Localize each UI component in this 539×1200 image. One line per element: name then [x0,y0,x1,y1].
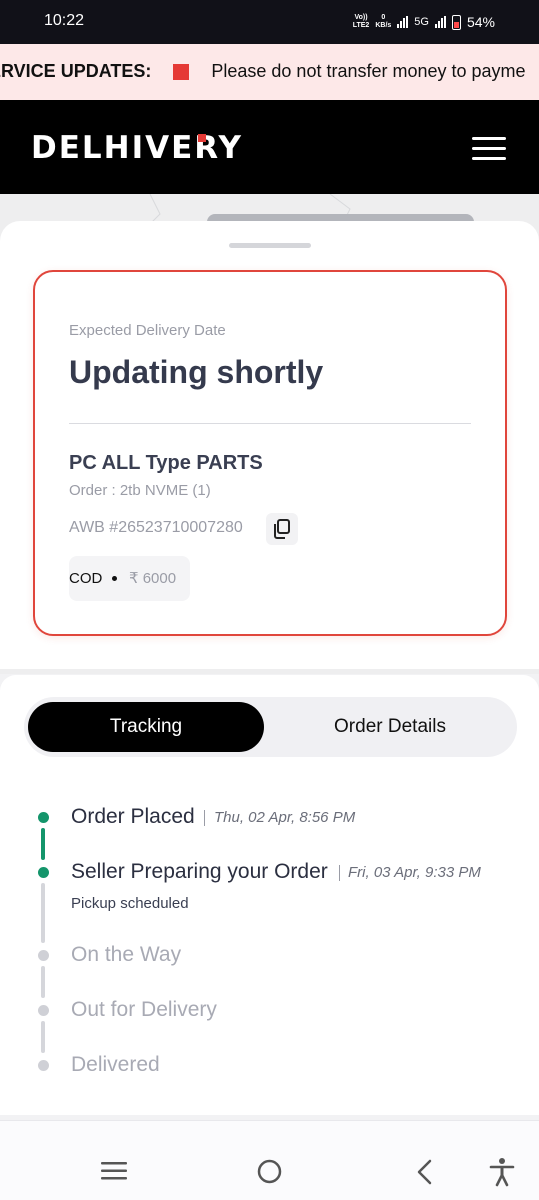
expected-delivery-label: Expected Delivery Date [69,322,226,339]
timeline-line-pending [41,1021,45,1053]
logo-accent [198,134,206,142]
card-divider [69,423,471,424]
step-out-for-delivery: Out for Delivery [71,998,217,1021]
banner-title: ERVICE UPDATES: [0,61,152,81]
status-icons: Vo)) LTE2 0 KB/s 5G 54% [353,10,495,34]
hamburger-menu-icon[interactable] [472,137,506,161]
timeline-dot-done [38,812,49,823]
drag-handle[interactable] [229,243,311,248]
step-subtext: Pickup scheduled [71,895,189,912]
step-order-placed: Order Placed [71,805,195,828]
status-time: 10:22 [44,12,85,29]
step-seller-preparing: Seller Preparing your Order [71,860,328,883]
step-delivered: Delivered [71,1053,160,1076]
home-icon[interactable] [257,1159,282,1184]
timeline-dot-done [38,867,49,878]
step-separator [339,865,340,881]
step-on-the-way: On the Way [71,943,182,966]
signal-icon [397,16,409,28]
back-icon[interactable] [415,1159,433,1185]
network-speed: 0 KB/s [375,14,392,29]
app-header: DELHIVERY [0,100,539,194]
timeline-dot-pending [38,1060,49,1071]
recent-apps-icon[interactable] [101,1161,127,1181]
timeline-line-pending [41,966,45,998]
awb-number: AWB #26523710007280 [69,519,243,536]
service-updates-banner: ERVICE UPDATES: Please do not transfer m… [0,44,539,100]
step-separator [204,810,205,826]
copy-icon[interactable] [266,513,298,545]
expected-delivery-value: Updating shortly [69,354,324,390]
timeline-dot-pending [38,950,49,961]
payment-mode: COD [69,570,103,587]
banner-message: Please do not transfer money to payme [211,61,526,81]
timeline-line-done [41,828,45,860]
step-time: Thu, 02 Apr, 8:56 PM [214,809,356,826]
product-name: PC ALL Type PARTS [69,452,263,474]
step-time: Fri, 03 Apr, 9:33 PM [348,864,481,881]
signal-icon-2 [434,16,446,28]
status-bar: 10:22 Vo)) LTE2 0 KB/s 5G 54% [0,0,539,44]
order-info: Order : 2tb NVME (1) [69,482,211,499]
system-nav-bar [0,1120,539,1200]
battery-icon [451,14,461,30]
payment-amount: ₹ 6000 [129,570,177,587]
timeline-line-pending [41,883,45,943]
red-square-icon [173,63,190,80]
battery-percent: 54% [466,14,495,30]
volte-indicator: Vo)) LTE2 [352,14,370,29]
bullet-dot [112,576,117,581]
network-type: 5G [414,16,429,28]
delhivery-logo[interactable]: DELHIVERY [31,130,243,166]
tab-tracking[interactable]: Tracking [28,702,264,752]
timeline-dot-pending [38,1005,49,1016]
tab-order-details[interactable]: Order Details [264,702,516,752]
accessibility-icon[interactable] [489,1157,515,1187]
